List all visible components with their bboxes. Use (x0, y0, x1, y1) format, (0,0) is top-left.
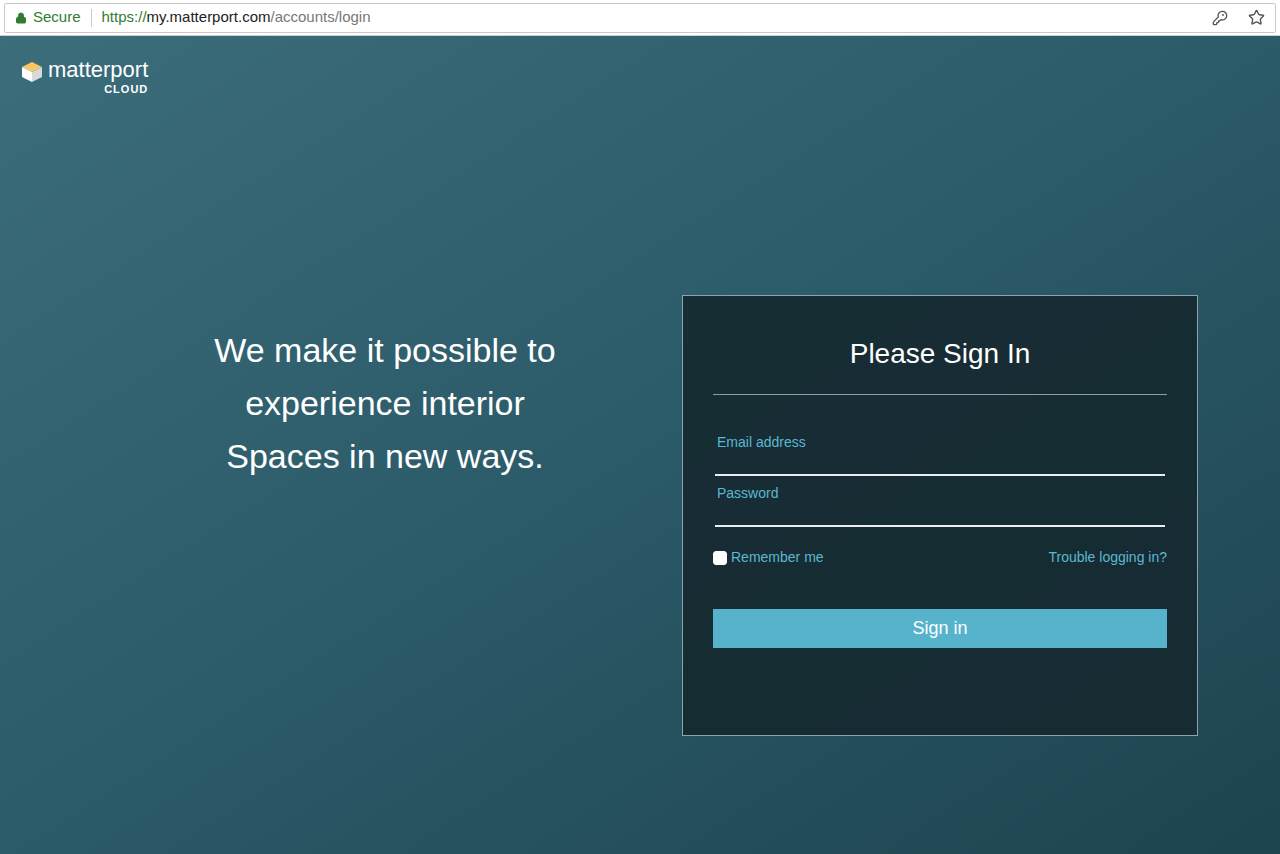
form-field: Email address (713, 432, 1167, 476)
field-label: Password (715, 483, 1165, 503)
brand-name: matterport (48, 58, 148, 82)
secure-label: Secure (33, 6, 81, 29)
browser-toolbar: Secure https://my.matterport.com/accounts… (0, 0, 1280, 36)
login-panel: Please Sign In Email address Password Remem… (682, 295, 1198, 736)
field-input[interactable] (715, 452, 1165, 476)
tagline-line: We make it possible to (88, 324, 682, 377)
remember-row: Remember me Trouble logging in? (713, 547, 1167, 568)
sign-in-button[interactable]: Sign in (713, 609, 1167, 648)
form-field: Password (713, 483, 1167, 527)
tagline-line: Spaces in new ways. (88, 430, 682, 483)
lock-icon (15, 12, 27, 24)
logo[interactable]: matterport CLOUD (20, 58, 148, 95)
content-row: We make it possible toexperience interio… (0, 295, 1280, 736)
login-title: Please Sign In (713, 336, 1167, 372)
field-label: Email address (715, 432, 1165, 452)
star-icon[interactable] (1248, 9, 1265, 26)
login-page: matterport CLOUD We make it possible toexp… (0, 36, 1280, 854)
trouble-link[interactable]: Trouble logging in? (1048, 547, 1167, 568)
tagline: We make it possible toexperience interio… (0, 295, 682, 483)
remember-me[interactable]: Remember me (713, 547, 824, 568)
separator (91, 9, 92, 27)
title-divider (713, 394, 1167, 395)
cube-logo-icon (20, 60, 44, 84)
tagline-line: experience interior (88, 377, 682, 430)
url: https://my.matterport.com/accounts/login (102, 6, 371, 29)
address-bar[interactable]: Secure https://my.matterport.com/accounts… (4, 3, 1276, 33)
brand-sub: CLOUD (104, 84, 148, 95)
field-input[interactable] (715, 503, 1165, 527)
key-icon[interactable] (1212, 10, 1228, 26)
app: Secure https://my.matterport.com/accounts… (0, 0, 1280, 854)
remember-checkbox[interactable] (713, 551, 727, 565)
